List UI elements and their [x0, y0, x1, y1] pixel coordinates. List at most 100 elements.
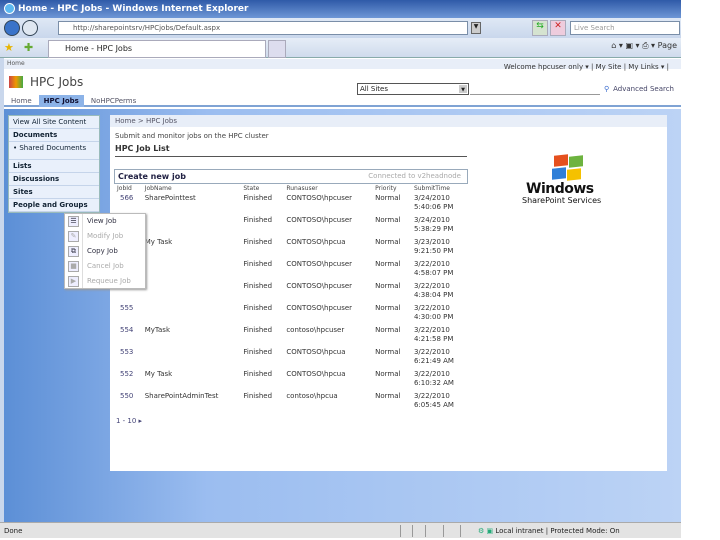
browser-tab[interactable]: Home - HPC Jobs: [48, 40, 266, 58]
page-description: Submit and monitor jobs on the HPC clust…: [115, 132, 269, 140]
cell-jobname[interactable]: My Task: [142, 237, 241, 259]
table-row[interactable]: My Task Finished CONTOSO\hpcua Normal 3/23/2…: [114, 237, 468, 259]
column-header[interactable]: State: [240, 183, 283, 193]
search-icon[interactable]: ⚲: [604, 85, 609, 93]
list-title: HPC Job List: [115, 144, 467, 157]
cell-runasuser: CONTOSO\hpcuser: [286, 216, 353, 224]
nav-view-all-site-content[interactable]: View All Site Content: [9, 116, 99, 129]
cell-jobid[interactable]: 554: [114, 325, 142, 347]
refresh-icon[interactable]: ⇆: [532, 20, 548, 36]
cell-jobname[interactable]: [142, 281, 241, 303]
command-bar: ⌂ ▾ ▣ ▾ ⎙ ▾ Page: [611, 41, 677, 51]
cell-submittime: 3/22/2010 4:38:04 PM: [413, 282, 454, 299]
cell-submittime: 3/22/2010 6:05:45 AM: [413, 392, 454, 409]
cell-runasuser: CONTOSO\hpcua: [286, 348, 346, 356]
table-row[interactable]: 566 SharePointtest Finished CONTOSO\hpcuser…: [114, 193, 468, 215]
cell-jobname[interactable]: [142, 347, 241, 369]
address-dropdown[interactable]: ▼: [471, 22, 481, 34]
table-row[interactable]: Finished CONTOSO\hpcuser Normal 3/24/2010 5…: [114, 215, 468, 237]
advanced-search-link[interactable]: ⚲ Advanced Search: [604, 85, 674, 93]
chevron-down-icon: ▼: [459, 85, 467, 93]
status-text: Done: [4, 527, 23, 535]
table-row[interactable]: 555 Finished CONTOSO\hpcuser Normal 3/22/201…: [114, 303, 468, 325]
cell-jobname[interactable]: MyTask: [142, 325, 241, 347]
cell-jobid[interactable]: 566: [114, 193, 142, 215]
cell-jobname[interactable]: My Task: [142, 369, 241, 391]
nav-discussions[interactable]: Discussions: [9, 173, 99, 186]
site-search-input[interactable]: [470, 83, 600, 95]
nav-shared-documents[interactable]: • Shared Documents: [9, 142, 99, 160]
cell-jobid[interactable]: 552: [114, 369, 142, 391]
nav-lists[interactable]: Lists: [9, 160, 99, 173]
site-title[interactable]: HPC Jobs: [30, 75, 83, 89]
search-input[interactable]: Live Search: [570, 21, 680, 35]
table-row[interactable]: 552 My Task Finished CONTOSO\hpcua Normal 3/2…: [114, 369, 468, 391]
cell-jobid[interactable]: 555: [114, 303, 142, 325]
nav-documents[interactable]: Documents: [9, 129, 99, 142]
requeue-icon: ▶: [68, 276, 79, 287]
page-menu[interactable]: Page: [658, 41, 677, 50]
cell-runasuser: contoso\hpcuser: [286, 326, 345, 334]
cell-jobname[interactable]: [142, 303, 241, 325]
table-row[interactable]: 556FinishedCONTOSO\hpcuserNormal3/22/201…: [114, 281, 468, 303]
nav-people-and-groups[interactable]: People and Groups: [9, 199, 99, 212]
column-header[interactable]: JobName: [142, 183, 241, 193]
table-row[interactable]: 553 Finished CONTOSO\hpcua Normal 3/22/2010 …: [114, 347, 468, 369]
scope-value: All Sites: [360, 85, 388, 93]
cell-priority: Normal: [375, 216, 401, 224]
create-new-job-link[interactable]: Create new job: [118, 172, 186, 181]
cell-state: Finished: [243, 238, 273, 246]
table-row[interactable]: 550 SharePointAdminTest Finished contoso\hp…: [114, 391, 468, 413]
address-input[interactable]: http://sharepointsrv/HPCjobs/Default.asp…: [58, 21, 468, 35]
column-header[interactable]: Priority: [372, 183, 411, 193]
tab-hpc-jobs[interactable]: HPC Jobs: [38, 95, 84, 107]
tab-home[interactable]: Home: [6, 95, 37, 107]
cell-runasuser: CONTOSO\hpcuser: [286, 282, 353, 290]
back-button[interactable]: [4, 20, 20, 36]
window-title: Home - HPC Jobs - Windows Internet Explo…: [18, 4, 249, 14]
cell-jobname[interactable]: SharePointAdminTest: [142, 391, 241, 413]
cell-submittime: 3/22/2010 6:10:32 AM: [413, 370, 454, 387]
menu-item-cancel-job[interactable]: ■ Cancel Job: [65, 259, 145, 274]
table-row[interactable]: 554 MyTask Finished contoso\hpcuser Normal 3/…: [114, 325, 468, 347]
home-icon[interactable]: ⌂ ▾: [611, 41, 623, 50]
new-tab-button[interactable]: [268, 40, 286, 58]
menu-item-copy-job[interactable]: ⧉ Copy Job: [65, 244, 145, 259]
cell-jobname[interactable]: [142, 259, 241, 281]
table-row[interactable]: Finished CONTOSO\hpcuser Normal 3/22/2010 4…: [114, 259, 468, 281]
forward-button[interactable]: [22, 20, 38, 36]
cell-priority: Normal: [375, 326, 401, 334]
cell-jobid[interactable]: 553: [114, 347, 142, 369]
cell-jobname[interactable]: [142, 215, 241, 237]
tab-nohpcperms[interactable]: NoHPCPerms: [86, 95, 141, 107]
cell-jobname[interactable]: SharePointtest: [142, 193, 241, 215]
menu-item-label: Modify Job: [87, 232, 124, 240]
column-header[interactable]: JobId: [114, 183, 142, 193]
column-header[interactable]: Runasuser: [283, 183, 372, 193]
menu-item-view-job[interactable]: ☰ View Job: [65, 214, 145, 229]
site-header: HPC Jobs All Sites ▼ ⚲ Advanced Search: [4, 69, 681, 95]
favorites-star-icon[interactable]: ★: [4, 41, 14, 54]
intranet-icon: ⚙ ▣: [478, 527, 494, 535]
zone-label: Local intranet | Protected Mode: On: [495, 527, 620, 535]
nav-sites[interactable]: Sites: [9, 186, 99, 199]
top-crumb-home[interactable]: Home: [7, 60, 25, 67]
print-icon[interactable]: ⎙ ▾: [642, 41, 655, 50]
menu-item-requeue-job[interactable]: ▶ Requeue Job: [65, 274, 145, 289]
column-header[interactable]: SubmitTime: [411, 183, 468, 193]
cell-state: Finished: [243, 326, 273, 334]
connection-status: Connected to v2headnode: [368, 172, 461, 180]
pager[interactable]: 1 - 10 ▸: [116, 417, 142, 425]
windows-flag-icon: [552, 154, 584, 181]
global-breadcrumb: Home Welcome hpcuser only ▾ | My Site | M…: [4, 59, 681, 71]
menu-item-modify-job[interactable]: ✎ Modify Job: [65, 229, 145, 244]
search-scope-select[interactable]: All Sites ▼: [357, 83, 469, 95]
feeds-icon[interactable]: ▣ ▾: [625, 41, 639, 50]
security-zone[interactable]: ⚙ ▣ Local intranet | Protected Mode: On: [478, 523, 620, 539]
stop-icon[interactable]: ✕: [550, 20, 566, 36]
cell-state: Finished: [243, 304, 273, 312]
cell-jobid[interactable]: 550: [114, 391, 142, 413]
add-favorites-icon[interactable]: ✚: [24, 41, 33, 54]
windows-sharepoint-logo: Windows SharePoint Services: [522, 154, 622, 210]
breadcrumb[interactable]: Home > HPC Jobs: [110, 115, 667, 127]
